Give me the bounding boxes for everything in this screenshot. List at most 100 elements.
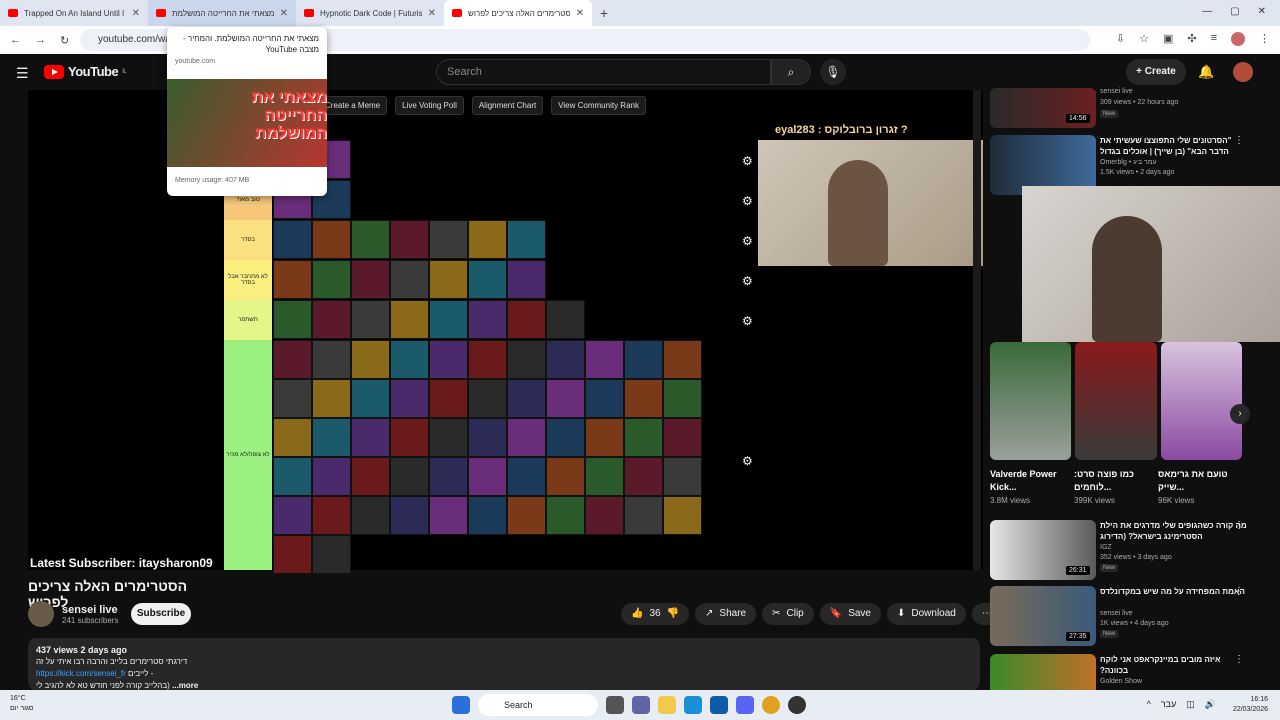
volume-icon[interactable]: 🔊 bbox=[1205, 699, 1216, 710]
microphone-icon[interactable]: 🎙 bbox=[820, 59, 846, 85]
download-button[interactable]: ⬇ Download bbox=[886, 603, 966, 625]
streamer-tile[interactable] bbox=[312, 220, 351, 259]
create-button[interactable]: + Create bbox=[1126, 59, 1186, 85]
forward-icon[interactable]: → bbox=[35, 34, 46, 46]
streamer-tile[interactable] bbox=[663, 379, 702, 418]
streamer-tile[interactable] bbox=[585, 457, 624, 496]
streamer-tile[interactable] bbox=[507, 379, 546, 418]
install-icon[interactable]: ⇩ bbox=[1116, 32, 1125, 46]
settings-gear-icon[interactable]: ⚙ bbox=[742, 154, 753, 168]
streamer-tile[interactable] bbox=[429, 457, 468, 496]
streamer-tile[interactable] bbox=[351, 457, 390, 496]
streamer-tile[interactable] bbox=[429, 418, 468, 457]
create-meme-button[interactable]: Create a Meme bbox=[318, 96, 388, 115]
streamer-tile[interactable] bbox=[663, 418, 702, 457]
streamer-tile[interactable] bbox=[351, 300, 390, 339]
settings-gear-icon[interactable]: ⚙ bbox=[742, 454, 753, 468]
streamer-tile[interactable] bbox=[585, 379, 624, 418]
streamer-tile[interactable] bbox=[273, 496, 312, 535]
streamer-tile[interactable] bbox=[624, 379, 663, 418]
short-thumbnail[interactable] bbox=[1075, 342, 1157, 460]
streamer-tile[interactable] bbox=[273, 418, 312, 457]
video-menu-icon[interactable]: ⋮ bbox=[1234, 586, 1244, 597]
streamer-tile[interactable] bbox=[468, 379, 507, 418]
streamer-tile[interactable] bbox=[312, 300, 351, 339]
streamer-tile[interactable] bbox=[429, 260, 468, 299]
video-menu-icon[interactable]: ⋮ bbox=[1234, 135, 1244, 146]
streamer-tile[interactable] bbox=[468, 496, 507, 535]
streamer-tile[interactable] bbox=[468, 457, 507, 496]
streamer-tile[interactable] bbox=[351, 379, 390, 418]
streamer-tile[interactable] bbox=[546, 300, 585, 339]
related-video[interactable]: 26:31 מה קורה כשהגופים שלי מדרגים את היל… bbox=[990, 520, 1280, 586]
streamer-tile[interactable] bbox=[585, 496, 624, 535]
alignment-chart-button[interactable]: Alignment Chart bbox=[471, 96, 544, 115]
store-icon[interactable] bbox=[710, 696, 728, 714]
shorts-next-icon[interactable]: › bbox=[1230, 404, 1250, 424]
maximize-icon[interactable]: ▢ bbox=[1230, 6, 1239, 17]
tab-close-icon[interactable]: ✕ bbox=[576, 8, 584, 19]
streamer-tile[interactable] bbox=[351, 340, 390, 379]
browser-tab-1[interactable]: מצאתי את החרייטה המושלמת ✕ bbox=[148, 0, 296, 26]
thumbs-down-icon[interactable]: 👎 bbox=[667, 603, 679, 625]
streamer-tile[interactable] bbox=[624, 418, 663, 457]
edge-icon[interactable] bbox=[684, 696, 702, 714]
streamer-tile[interactable] bbox=[312, 457, 351, 496]
kick-link[interactable]: https://kick.com/sensei_fr bbox=[36, 669, 126, 678]
streamer-tile[interactable] bbox=[585, 340, 624, 379]
profile-avatar[interactable] bbox=[1231, 32, 1245, 46]
user-avatar[interactable] bbox=[1233, 62, 1253, 82]
clock[interactable]: 16:16 22/03/2026 bbox=[1233, 695, 1268, 715]
player-scrollbar[interactable] bbox=[973, 90, 981, 570]
settings-gear-icon[interactable]: ⚙ bbox=[742, 274, 753, 288]
clip-button[interactable]: ✂ Clip bbox=[762, 603, 814, 625]
streamer-tile[interactable] bbox=[546, 379, 585, 418]
tray-chevron-icon[interactable]: ^ bbox=[1147, 699, 1151, 710]
streamer-tile[interactable] bbox=[351, 220, 390, 259]
streamer-tile[interactable] bbox=[546, 340, 585, 379]
browser-tab-0[interactable]: Trapped On An Island Until I Bu ✕ bbox=[0, 0, 148, 26]
streamer-tile[interactable] bbox=[663, 457, 702, 496]
streamer-tile[interactable] bbox=[390, 300, 429, 339]
streamer-tile[interactable] bbox=[429, 300, 468, 339]
close-window-icon[interactable]: ✕ bbox=[1258, 6, 1266, 17]
reload-icon[interactable]: ↻ bbox=[60, 34, 69, 47]
weather-widget[interactable]: 16°C סגור יום bbox=[10, 694, 33, 714]
short-item[interactable]: טועם את גרימאס שייק... 96K views bbox=[1158, 468, 1242, 507]
community-rank-button[interactable]: View Community Rank bbox=[551, 96, 646, 115]
short-item[interactable]: Valverde Power Kick... 3.8M views bbox=[990, 468, 1074, 507]
video-menu-icon[interactable]: ⋮ bbox=[1234, 520, 1244, 531]
tab-close-icon[interactable]: ✕ bbox=[280, 8, 288, 19]
streamer-tile[interactable] bbox=[312, 340, 351, 379]
streamer-tile[interactable] bbox=[468, 418, 507, 457]
streamer-tile[interactable] bbox=[273, 300, 312, 339]
streamer-tile[interactable] bbox=[546, 418, 585, 457]
streamer-tile[interactable] bbox=[273, 260, 312, 299]
streamer-tile[interactable] bbox=[390, 496, 429, 535]
streamer-tile[interactable] bbox=[429, 496, 468, 535]
save-button[interactable]: 🔖 Save bbox=[819, 603, 881, 625]
streamer-tile[interactable] bbox=[312, 418, 351, 457]
like-button[interactable]: 👍 36 👎 bbox=[621, 603, 690, 625]
share-button[interactable]: ↗ Share bbox=[695, 603, 757, 625]
youtube-logo[interactable]: YouTube IL bbox=[44, 64, 127, 79]
streamer-tile[interactable] bbox=[507, 457, 546, 496]
streamer-tile[interactable] bbox=[273, 457, 312, 496]
streamer-tile[interactable] bbox=[546, 496, 585, 535]
streamer-tile[interactable] bbox=[273, 340, 312, 379]
tab-close-icon[interactable]: ✕ bbox=[428, 8, 436, 19]
streamer-tile[interactable] bbox=[507, 220, 546, 259]
streamer-tile[interactable] bbox=[312, 379, 351, 418]
streamer-tile[interactable] bbox=[429, 220, 468, 259]
streamer-tile[interactable] bbox=[390, 340, 429, 379]
streamer-tile[interactable] bbox=[468, 220, 507, 259]
show-more-link[interactable]: ...more bbox=[172, 681, 198, 690]
streamer-tile[interactable] bbox=[273, 379, 312, 418]
network-icon[interactable]: ◫ bbox=[1186, 699, 1195, 710]
streamer-tile[interactable] bbox=[663, 496, 702, 535]
streamer-tile[interactable] bbox=[390, 260, 429, 299]
chrome-icon[interactable] bbox=[762, 696, 780, 714]
settings-gear-icon[interactable]: ⚙ bbox=[742, 194, 753, 208]
streamer-tile[interactable] bbox=[312, 496, 351, 535]
short-thumbnail[interactable] bbox=[990, 342, 1072, 460]
